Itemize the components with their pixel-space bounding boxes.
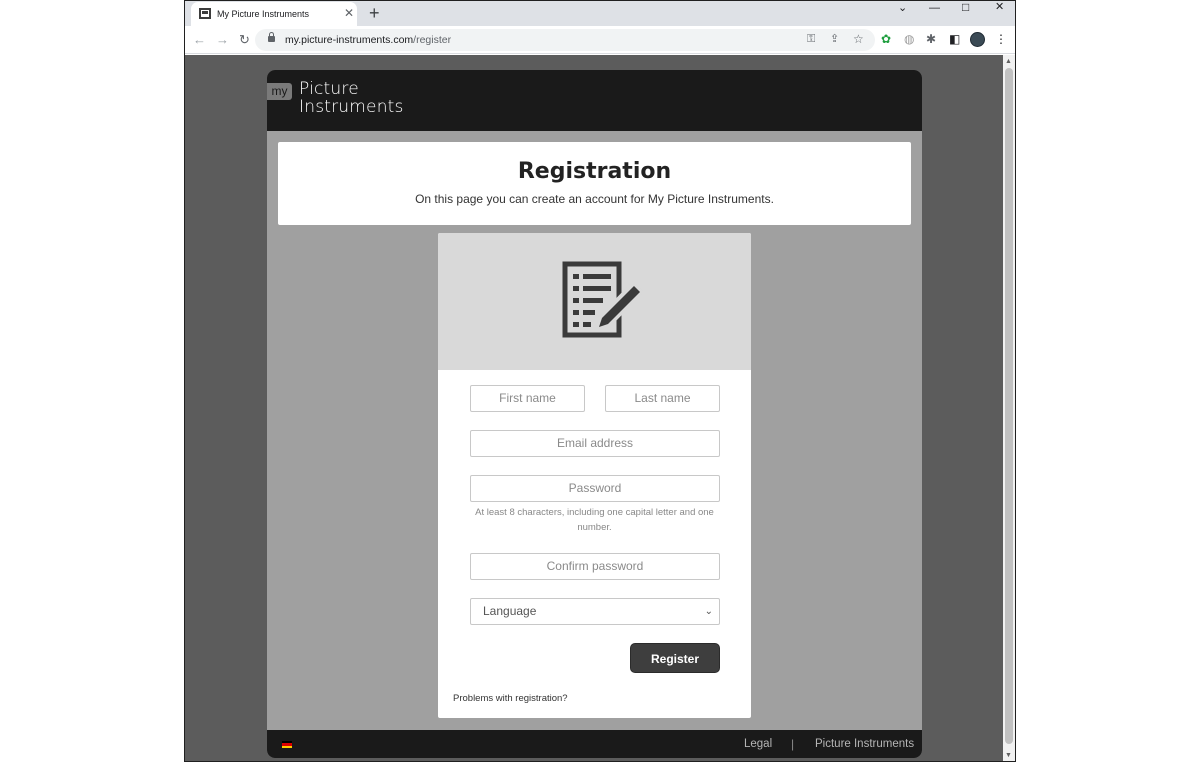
page-title: Registration: [517, 159, 672, 184]
bookmark-star-icon[interactable]: ☆: [853, 32, 864, 47]
email-input[interactable]: Email address: [470, 430, 720, 457]
extensions-puzzle-icon[interactable]: ✱: [926, 31, 936, 47]
profile-avatar[interactable]: [970, 32, 985, 47]
extension-globe-icon[interactable]: ◍: [904, 31, 914, 47]
legal-link[interactable]: Legal: [744, 738, 772, 750]
registration-card: First name Last name Email address Passw…: [438, 233, 751, 718]
url-text[interactable]: my.picture-instruments.com/register: [285, 34, 451, 46]
address-bar[interactable]: my.picture-instruments.com/register ⚿ ⇪ …: [255, 29, 875, 51]
tab-strip: My Picture Instruments ✕ + ⌄ — □ ✕: [185, 1, 1015, 26]
scrollbar-thumb[interactable]: [1005, 68, 1013, 744]
site-container: my Picture Instruments Registration On t…: [267, 70, 922, 758]
key-icon[interactable]: ⚿: [807, 32, 815, 47]
maximize-button[interactable]: □: [962, 1, 969, 13]
language-select-value: Language: [483, 604, 537, 618]
extension-green-icon[interactable]: ✿: [881, 31, 891, 47]
page-viewport: my Picture Instruments Registration On t…: [185, 55, 1003, 761]
chevron-down-icon: ⌄: [704, 606, 713, 617]
tab-title: My Picture Instruments: [217, 9, 310, 19]
picture-instruments-link[interactable]: Picture Instruments: [815, 738, 914, 750]
problems-link[interactable]: Problems with registration?: [453, 693, 568, 704]
first-name-input[interactable]: First name: [470, 385, 585, 412]
logo-badge[interactable]: my: [267, 83, 292, 100]
page-subtitle: On this page you can create an account f…: [415, 192, 774, 206]
logo-line-2: Instruments: [299, 97, 404, 117]
close-window-button[interactable]: ✕: [995, 1, 1004, 13]
vertical-scrollbar[interactable]: ▲ ▼: [1003, 55, 1015, 761]
logo-line-1: Picture: [299, 79, 359, 99]
tab-search-chevron-icon[interactable]: ⌄: [898, 2, 907, 14]
scroll-down-arrow-icon[interactable]: ▼: [1005, 752, 1012, 759]
register-button[interactable]: Register: [630, 643, 720, 673]
lock-icon[interactable]: [268, 32, 275, 42]
card-header: [438, 233, 751, 370]
browser-toolbar: ← → ↻ my.picture-instruments.com/registe…: [185, 26, 1015, 54]
menu-kebab-icon[interactable]: ⋮: [995, 31, 1007, 47]
site-favicon-icon: [199, 8, 211, 19]
share-icon[interactable]: ⇪: [830, 32, 839, 47]
confirm-password-input[interactable]: Confirm password: [470, 553, 720, 580]
intro-panel: Registration On this page you can create…: [278, 142, 911, 225]
flag-stripe-gold: [282, 745, 292, 748]
site-header: my Picture Instruments: [267, 70, 922, 131]
browser-tab[interactable]: My Picture Instruments ✕: [191, 2, 357, 26]
reload-button[interactable]: ↻: [239, 32, 250, 47]
side-panel-icon[interactable]: ◧: [949, 31, 960, 47]
password-hint: At least 8 characters, including one cap…: [475, 507, 714, 533]
last-name-input[interactable]: Last name: [605, 385, 720, 412]
tab-close-icon[interactable]: ✕: [344, 6, 354, 20]
minimize-button[interactable]: —: [929, 2, 940, 14]
footer-separator: |: [791, 737, 795, 751]
german-flag-icon[interactable]: [282, 741, 292, 748]
scroll-up-arrow-icon[interactable]: ▲: [1005, 58, 1012, 65]
new-tab-button[interactable]: +: [369, 2, 380, 24]
password-input[interactable]: Password: [470, 475, 720, 502]
site-logo[interactable]: Picture Instruments: [299, 80, 404, 116]
forward-button[interactable]: →: [216, 32, 229, 47]
edit-document-icon: [562, 261, 644, 338]
language-select[interactable]: Language ⌄: [470, 598, 720, 625]
site-footer: Legal | Picture Instruments: [267, 730, 922, 758]
browser-window: My Picture Instruments ✕ + ⌄ — □ ✕ ← → ↻…: [184, 0, 1016, 762]
back-button[interactable]: ←: [193, 32, 206, 47]
